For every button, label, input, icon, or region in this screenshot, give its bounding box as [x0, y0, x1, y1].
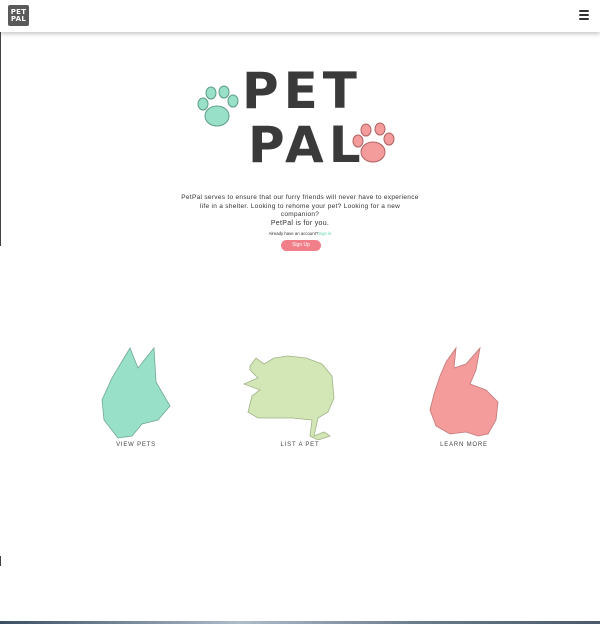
cat-silhouette-icon: [242, 355, 335, 440]
left-border-lower: [0, 556, 1, 566]
logo-word-pal: PAL: [248, 116, 366, 174]
account-prompt-text: Already have an account?: [268, 231, 319, 236]
learn-more-card[interactable]: LEARN MORE: [394, 340, 534, 448]
view-pets-card[interactable]: VIEW PETS: [66, 340, 206, 448]
logo-word-pet: PET: [242, 62, 362, 120]
hero-description-text: PetPal serves to ensure that our furry f…: [181, 194, 419, 218]
signup-button[interactable]: Sign Up: [281, 240, 321, 251]
dog-silhouette-icon: [101, 346, 171, 439]
navbar-logo[interactable]: PET PAL: [8, 5, 29, 26]
page: PET PAL PET PAL PetPal serves to ensure …: [0, 0, 600, 624]
mint-paw-icon: [197, 85, 239, 127]
learn-more-label: LEARN MORE: [440, 442, 488, 448]
hero-description: PetPal serves to ensure that our furry f…: [180, 194, 420, 228]
signin-link[interactable]: Sign in: [318, 231, 331, 236]
hamburger-menu-icon[interactable]: [579, 10, 589, 21]
pink-paw-icon: [352, 122, 395, 163]
account-prompt: Already have an account?Sign in: [180, 231, 420, 236]
petpal-logo: PET PAL: [190, 62, 410, 180]
navbar: PET PAL: [0, 0, 600, 32]
list-a-pet-label: LIST A PET: [280, 442, 320, 448]
rabbit-silhouette-icon: [429, 346, 499, 437]
left-border: [0, 32, 1, 246]
view-pets-label: VIEW PETS: [116, 442, 156, 448]
list-a-pet-card[interactable]: LIST A PET: [230, 340, 370, 448]
hero-tagline: PetPal is for you.: [270, 219, 330, 227]
navbar-logo-line2: PAL: [10, 14, 27, 23]
